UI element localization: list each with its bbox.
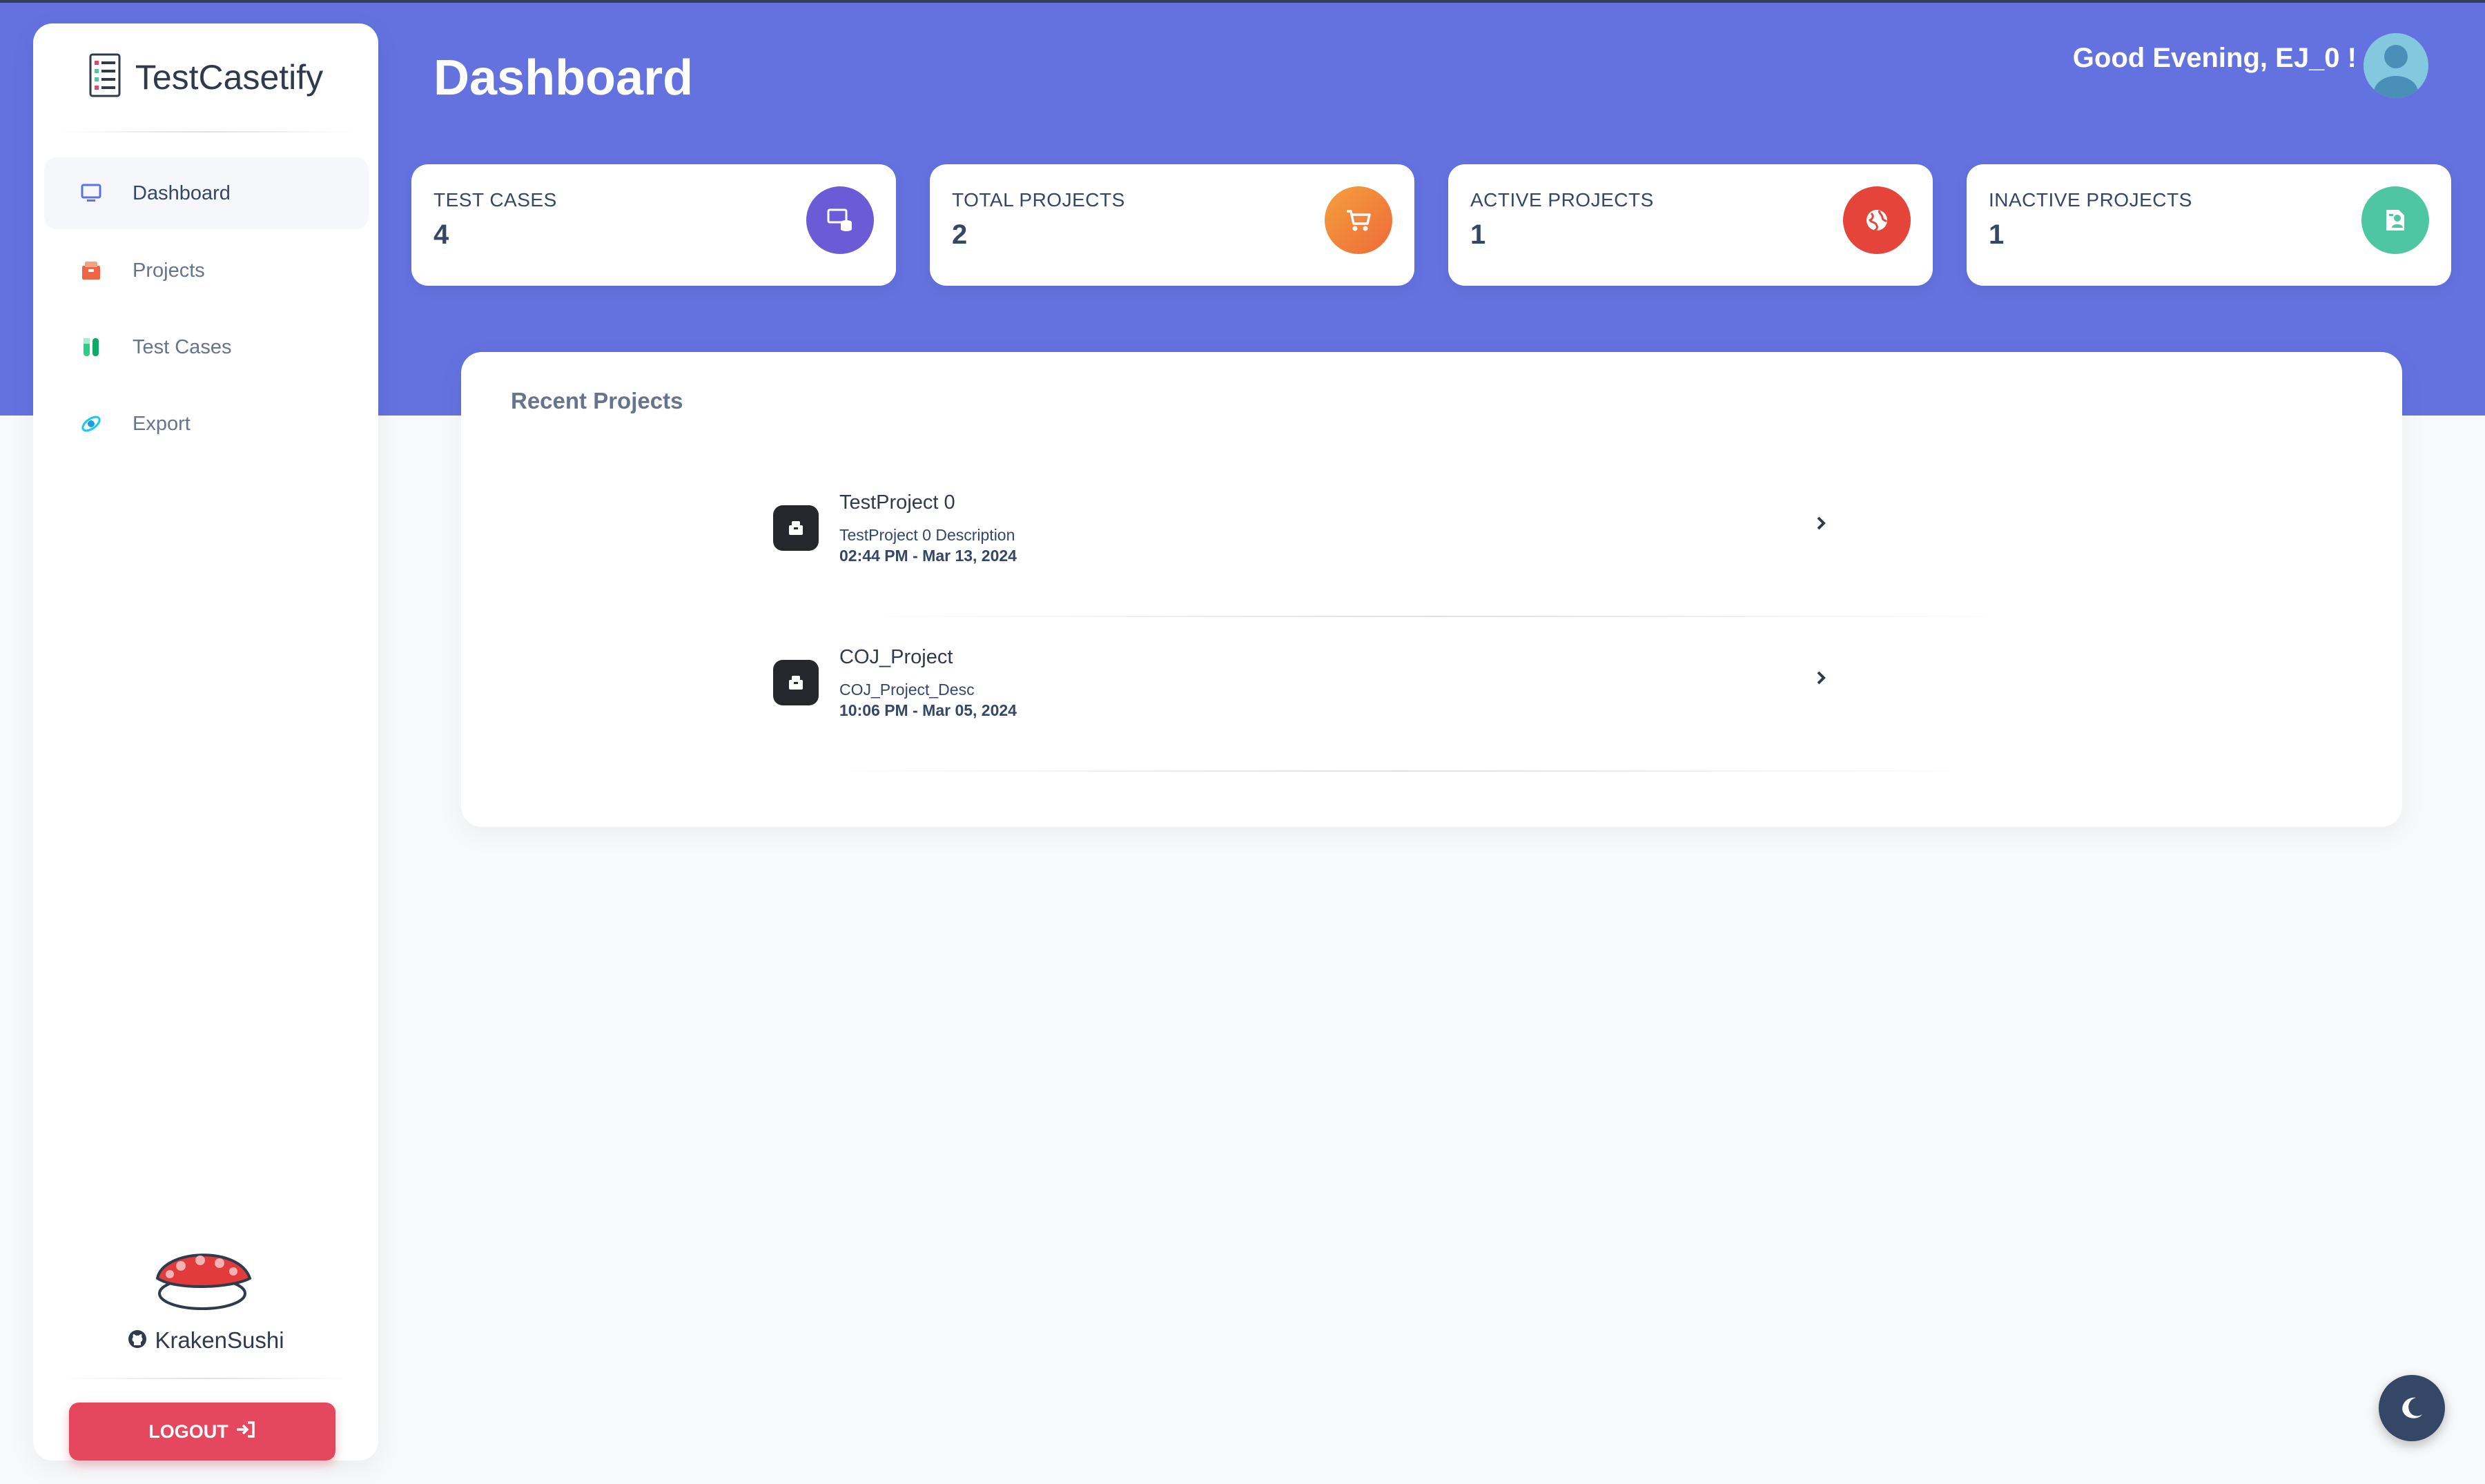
stat-label: TEST CASES (433, 189, 557, 211)
sidebar: TestCasetify Dashboard Projects Test Cas… (33, 23, 378, 1461)
test-tubes-icon (77, 333, 105, 361)
rocket-icon (77, 410, 105, 438)
stat-value: 1 (1989, 219, 2005, 250)
stat-label: INACTIVE PROJECTS (1989, 189, 2192, 211)
sidebar-item-test-cases[interactable]: Test Cases (44, 311, 369, 383)
box-icon (77, 257, 105, 284)
stat-value: 4 (433, 219, 449, 250)
stat-value: 1 (1470, 219, 1486, 250)
project-row[interactable]: COJ_Project COJ_Project_Desc 10:06 PM - … (773, 625, 2071, 736)
sidebar-item-label: Test Cases (133, 335, 232, 358)
sidebar-item-label: Projects (133, 259, 205, 282)
sidebar-item-dashboard[interactable]: Dashboard (44, 157, 369, 229)
kraken-sushi-mascot (149, 1233, 255, 1322)
recent-projects-title: Recent Projects (511, 388, 683, 413)
app-name: TestCasetify (135, 57, 324, 97)
sign-in-icon (235, 1420, 256, 1443)
page-title: Dashboard (433, 50, 694, 106)
stat-value: 2 (952, 219, 968, 250)
stat-card-total-projects[interactable]: TOTAL PROJECTS 2 (930, 164, 1414, 286)
globe-icon (1843, 186, 1911, 254)
stat-card-active-projects[interactable]: ACTIVE PROJECTS 1 (1448, 164, 1933, 286)
box-icon (773, 660, 819, 705)
theme-toggle-button[interactable] (2379, 1375, 2445, 1441)
recent-projects-card: Recent Projects TestProject 0 TestProjec… (461, 352, 2402, 827)
stat-label: ACTIVE PROJECTS (1470, 189, 1654, 211)
divider (54, 131, 358, 133)
chevron-right-icon[interactable] (1807, 509, 1835, 537)
divider (61, 1378, 351, 1379)
sidebar-item-label: Export (133, 412, 191, 435)
brand[interactable]: TestCasetify (33, 23, 378, 130)
project-name: COJ_Project (839, 646, 953, 668)
project-description: TestProject 0 Description (839, 526, 1015, 544)
badge-icon (2361, 186, 2429, 254)
project-date: 10:06 PM - Mar 05, 2024 (839, 701, 1017, 719)
stat-card-inactive-projects[interactable]: INACTIVE PROJECTS 1 (1967, 164, 2451, 286)
stat-label: TOTAL PROJECTS (952, 189, 1125, 211)
chevron-right-icon[interactable] (1807, 664, 1835, 692)
project-row[interactable]: TestProject 0 TestProject 0 Description … (773, 471, 2071, 581)
logout-label: LOGOUT (148, 1420, 228, 1442)
sidebar-item-projects[interactable]: Projects (44, 235, 369, 306)
sidebar-item-export[interactable]: Export (44, 388, 369, 460)
github-username: KrakenSushi (155, 1327, 284, 1353)
github-icon (127, 1329, 148, 1353)
divider (856, 616, 2016, 617)
box-icon (773, 505, 819, 551)
monitor-icon (77, 179, 105, 207)
github-link[interactable]: KrakenSushi (33, 1321, 378, 1360)
checklist-logo-icon (88, 52, 121, 101)
project-description: COJ_Project_Desc (839, 681, 975, 699)
sidebar-item-label: Dashboard (133, 182, 231, 204)
avatar[interactable] (2364, 33, 2428, 98)
stat-card-test-cases[interactable]: TEST CASES 4 (411, 164, 896, 286)
logout-button[interactable]: LOGOUT (69, 1403, 335, 1461)
project-name: TestProject 0 (839, 491, 955, 514)
greeting: Good Evening, EJ_0 ! (2072, 43, 2357, 73)
database-screen-icon (806, 186, 874, 254)
cart-icon (1325, 186, 1392, 254)
moon-icon (2398, 1394, 2426, 1423)
divider (820, 770, 1980, 772)
project-date: 02:44 PM - Mar 13, 2024 (839, 547, 1017, 565)
